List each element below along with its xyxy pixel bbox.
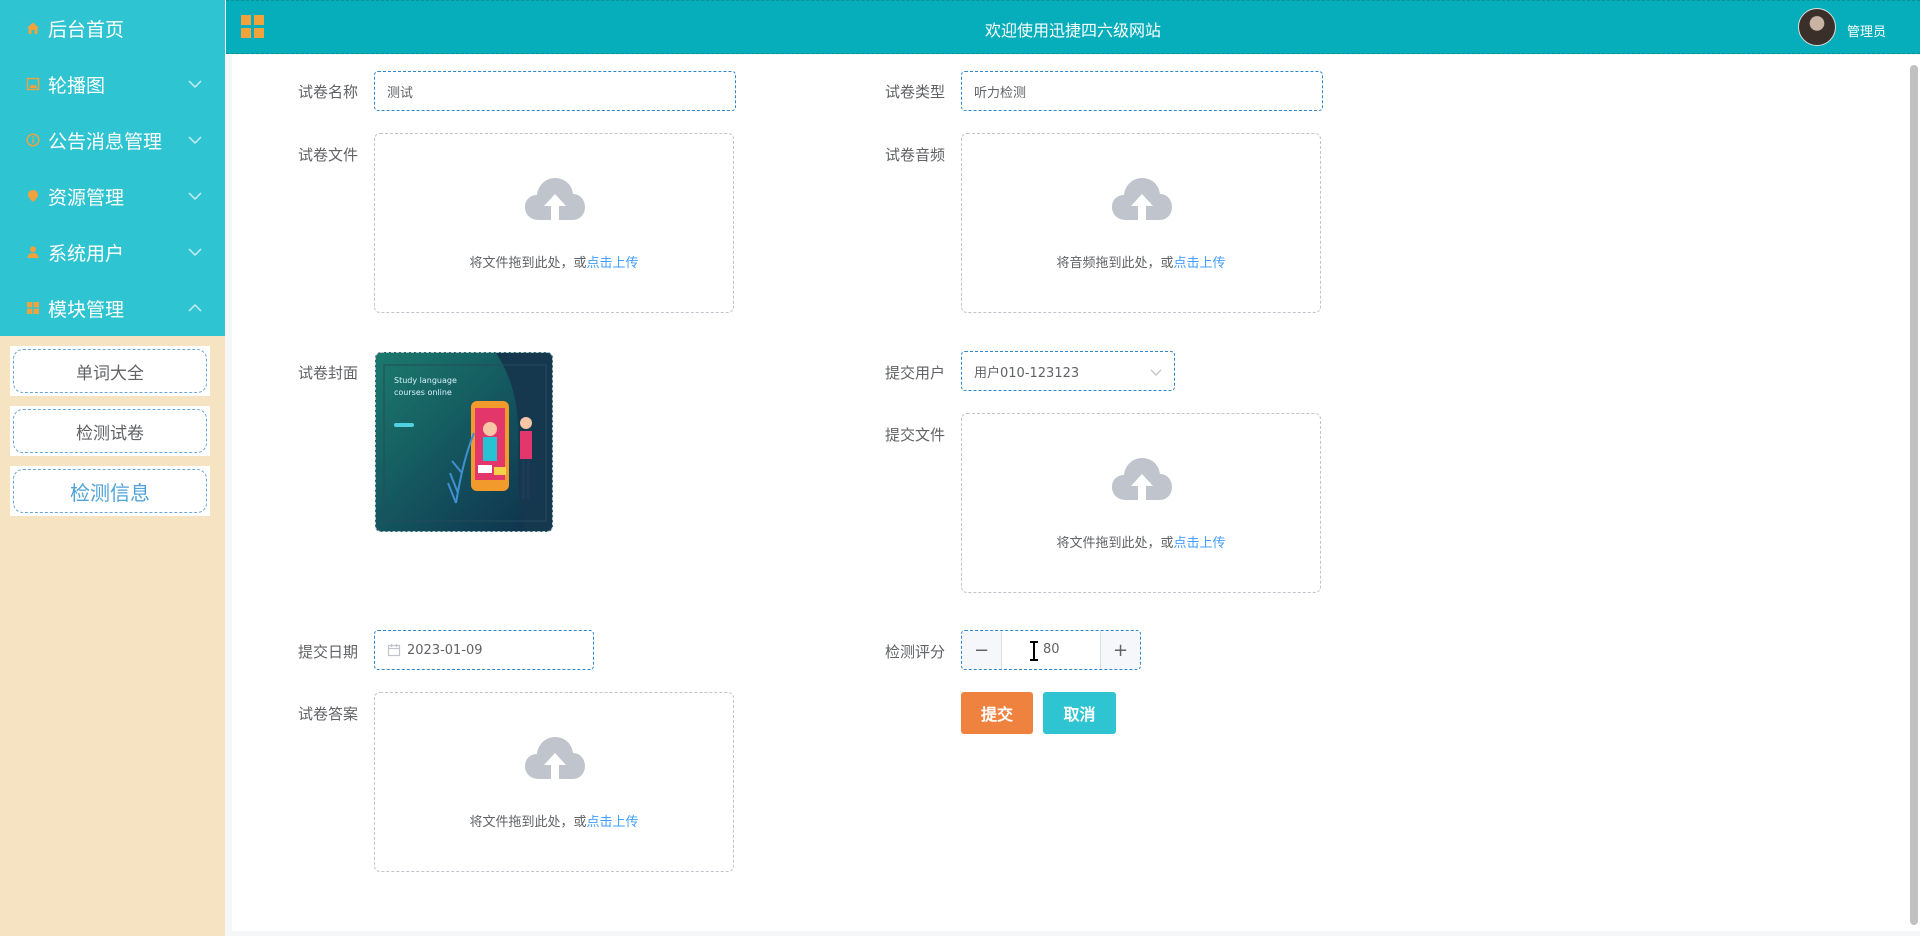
- submenu-modules: 单词大全 检测试卷 检测信息: [0, 336, 225, 516]
- cover-text-2: courses online: [394, 388, 452, 397]
- submenu-item-label: 检测信息: [70, 480, 150, 505]
- avatar[interactable]: [1798, 8, 1836, 46]
- paper-name-input[interactable]: 测试: [374, 71, 736, 111]
- score-label: 检测评分: [885, 643, 946, 661]
- chevron-down-icon: [188, 80, 202, 89]
- chevron-down-icon: [188, 192, 202, 201]
- sidebar-item-modules[interactable]: 模块管理: [0, 280, 225, 336]
- sidebar-item-label: 公告消息管理: [48, 130, 163, 153]
- cancel-button[interactable]: 取消: [1043, 692, 1116, 734]
- upload-link[interactable]: 点击上传: [587, 815, 639, 830]
- sidebar-item-label: 资源管理: [48, 186, 125, 209]
- sidebar-menu: 后台首页 轮播图 公告消息管理 资源管理 系统用户 模块管理: [0, 0, 225, 336]
- submit-button[interactable]: 提交: [961, 692, 1033, 734]
- paper-type-label: 试卷类型: [885, 83, 946, 101]
- paper-type-input[interactable]: 听力检测: [961, 71, 1323, 111]
- home-icon: [24, 19, 42, 37]
- chevron-up-icon: [188, 303, 202, 312]
- cover-illustration: Study language courses online: [376, 353, 552, 531]
- chevron-down-icon: [188, 136, 202, 145]
- paper-name-label: 试卷名称: [298, 83, 359, 101]
- upload-link[interactable]: 点击上传: [1174, 256, 1226, 271]
- paper-cover-label: 试卷封面: [298, 364, 359, 382]
- paper-file-label: 试卷文件: [298, 146, 359, 164]
- image-icon: [24, 75, 42, 93]
- user-icon: [24, 243, 42, 261]
- grid-icon: [24, 299, 42, 317]
- location-icon: [24, 187, 42, 205]
- submit-date-value: 2023-01-09: [407, 642, 483, 658]
- scrollbar[interactable]: [1910, 65, 1918, 925]
- sidebar-item-resources[interactable]: 资源管理: [0, 168, 225, 224]
- paper-cover-image[interactable]: Study language courses online: [375, 352, 553, 532]
- submit-user-label: 提交用户: [885, 364, 946, 382]
- score-stepper[interactable]: − 80 +: [961, 630, 1141, 670]
- chevron-down-icon: [1150, 369, 1162, 376]
- info-icon: [24, 131, 42, 149]
- sidebar-item-users[interactable]: 系统用户: [0, 224, 225, 280]
- calendar-icon: [387, 644, 401, 657]
- submit-file-upload[interactable]: 将文件拖到此处，或点击上传: [961, 413, 1321, 593]
- sidebar-item-home[interactable]: 后台首页: [0, 0, 225, 56]
- text-cursor-icon: [1030, 641, 1038, 661]
- upload-cloud-icon: [1112, 178, 1172, 222]
- submit-user-value: 用户010-123123: [974, 365, 1080, 381]
- upload-hint: 将文件拖到此处，或: [469, 256, 587, 271]
- upload-cloud-icon: [525, 178, 585, 222]
- user-name[interactable]: 管理员: [1847, 21, 1886, 40]
- paper-answer-upload[interactable]: 将文件拖到此处，或点击上传: [374, 692, 734, 872]
- upload-cloud-icon: [525, 737, 585, 781]
- sidebar-item-label: 模块管理: [48, 298, 125, 321]
- submit-file-label: 提交文件: [885, 426, 946, 444]
- upload-hint: 将音频拖到此处，或: [1056, 256, 1174, 271]
- decrement-button[interactable]: −: [962, 631, 1002, 669]
- submenu-item-label: 检测试卷: [76, 423, 144, 444]
- submenu-item-test-info[interactable]: 检测信息: [10, 466, 210, 516]
- submenu-item-words[interactable]: 单词大全: [10, 346, 210, 396]
- submit-user-select[interactable]: 用户010-123123: [961, 351, 1175, 391]
- sidebar-item-notices[interactable]: 公告消息管理: [0, 112, 225, 168]
- upload-hint: 将文件拖到此处，或: [469, 815, 587, 830]
- paper-file-upload[interactable]: 将文件拖到此处，或点击上传: [374, 133, 734, 313]
- cover-text-1: Study language: [394, 376, 457, 385]
- submenu-item-label: 单词大全: [76, 363, 144, 384]
- sidebar: 后台首页 轮播图 公告消息管理 资源管理 系统用户 模块管理 单词大全 检测试卷…: [0, 0, 225, 936]
- submit-date-picker[interactable]: 2023-01-09: [374, 630, 594, 670]
- top-header: 欢迎使用迅捷四六级网站 管理员: [226, 0, 1920, 54]
- paper-audio-upload[interactable]: 将音频拖到此处，或点击上传: [961, 133, 1321, 313]
- sidebar-item-label: 轮播图: [48, 74, 106, 97]
- paper-audio-label: 试卷音频: [885, 146, 946, 164]
- paper-answer-label: 试卷答案: [298, 705, 359, 723]
- sidebar-item-carousel[interactable]: 轮播图: [0, 56, 225, 112]
- submit-date-label: 提交日期: [298, 643, 359, 661]
- increment-button[interactable]: +: [1100, 631, 1140, 669]
- sidebar-item-label: 系统用户: [48, 242, 125, 265]
- upload-link[interactable]: 点击上传: [1174, 536, 1226, 551]
- sidebar-item-label: 后台首页: [48, 18, 125, 41]
- page-title: 欢迎使用迅捷四六级网站: [984, 21, 1161, 40]
- paper-name-value: 测试: [387, 85, 414, 101]
- score-value[interactable]: 80: [1043, 642, 1060, 657]
- paper-type-value: 听力检测: [974, 85, 1027, 101]
- upload-hint: 将文件拖到此处，或: [1056, 536, 1174, 551]
- upload-link[interactable]: 点击上传: [587, 256, 639, 271]
- chevron-down-icon: [188, 248, 202, 257]
- upload-cloud-icon: [1112, 458, 1172, 502]
- submenu-item-test-papers[interactable]: 检测试卷: [10, 406, 210, 456]
